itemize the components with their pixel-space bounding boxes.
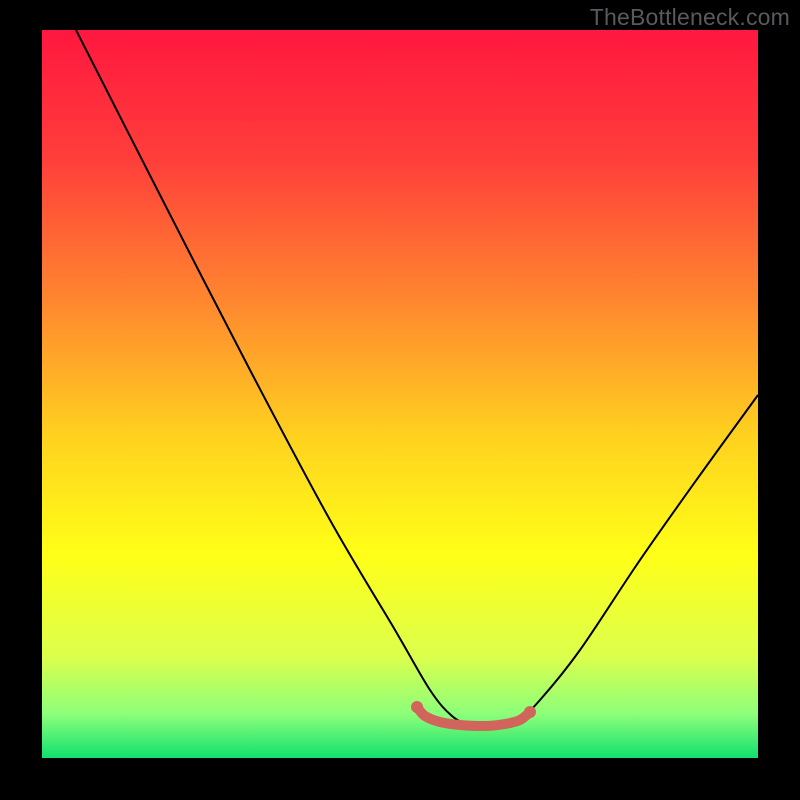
optimal-band-endpoint — [411, 701, 423, 713]
optimal-band-endpoint — [524, 706, 536, 718]
plot-background — [42, 30, 758, 758]
chart-frame: TheBottleneck.com — [0, 0, 800, 800]
watermark-text: TheBottleneck.com — [590, 4, 790, 31]
chart-svg — [0, 0, 800, 800]
